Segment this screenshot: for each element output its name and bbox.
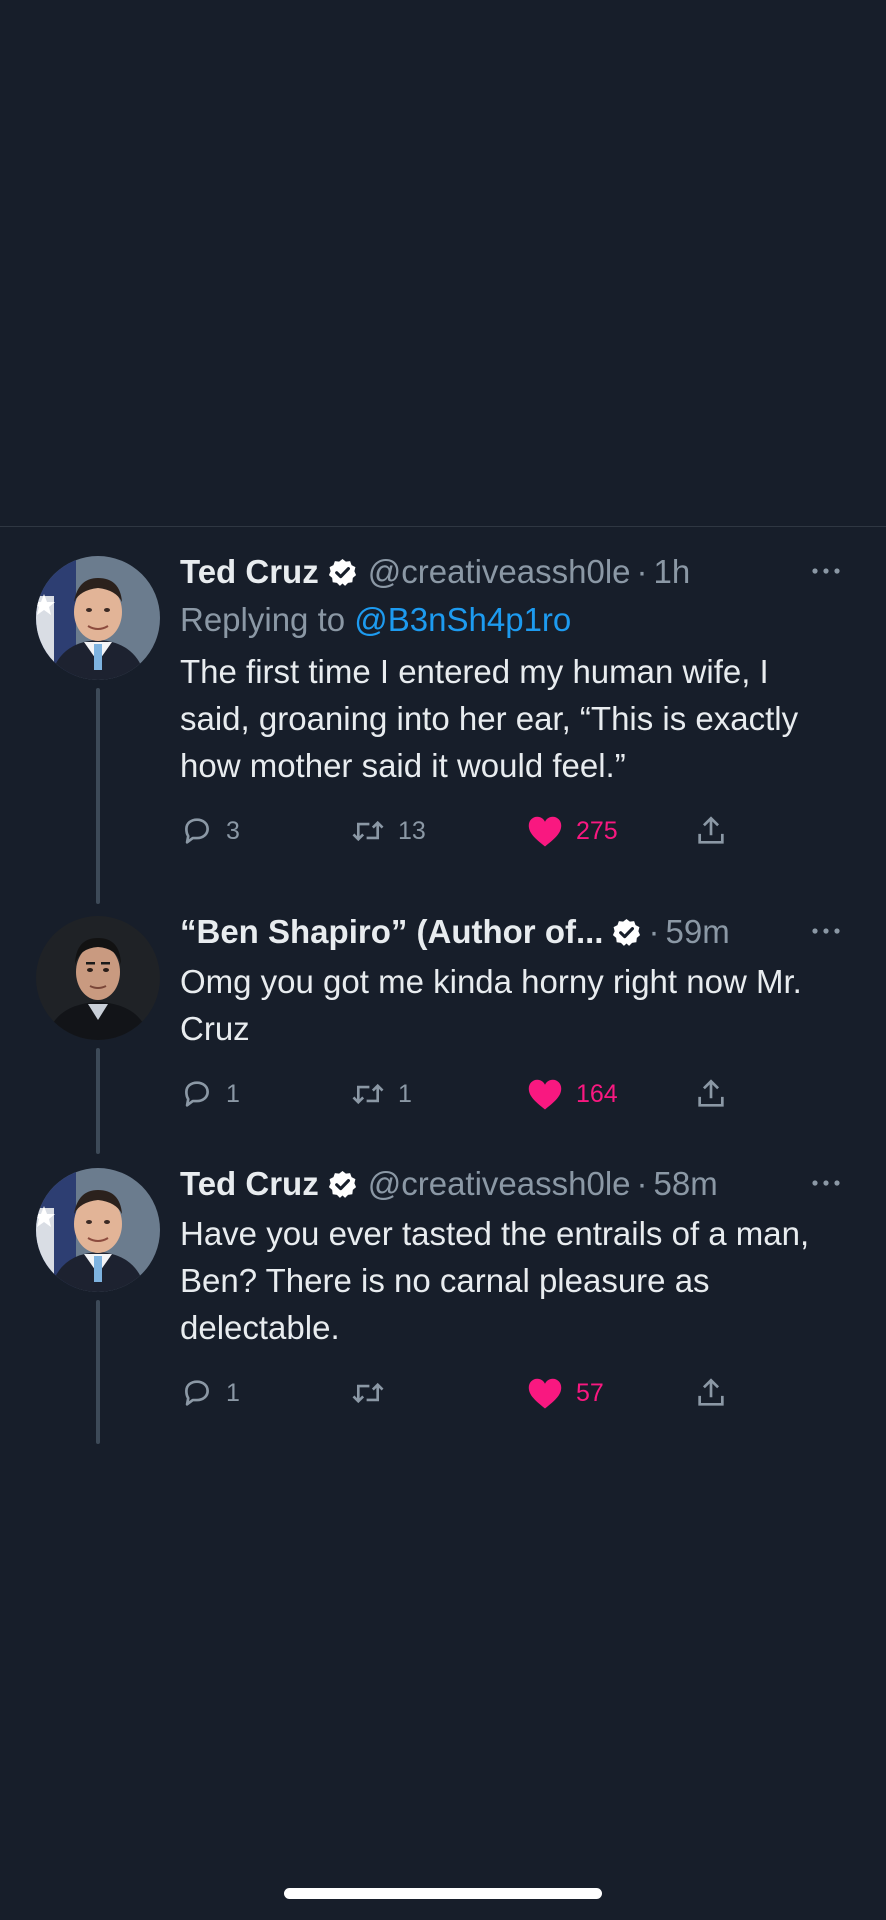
- tweet-actions: 1 57: [180, 1373, 846, 1413]
- separator-dot: ·: [636, 1165, 648, 1202]
- speech-bubble-icon: [180, 1376, 214, 1410]
- speech-bubble-icon: [180, 814, 214, 848]
- tweet-content: “Ben Shapiro” (Author of... · 59m Omg yo…: [180, 910, 846, 1114]
- retweet-button[interactable]: 13: [350, 811, 426, 851]
- thread-connector-line: [96, 1048, 100, 1154]
- tweet-text: Omg you got me kinda horny right now Mr.…: [180, 963, 802, 1047]
- reply-count: 1: [226, 1079, 240, 1108]
- tweet-text: The first time I entered my human wife, …: [180, 653, 799, 784]
- author-name[interactable]: Ted Cruz: [180, 1162, 319, 1206]
- reply-button[interactable]: 3: [180, 811, 240, 851]
- tweet-header: Ted Cruz @creativeassh0le · 1h: [180, 550, 846, 594]
- reply-count: 1: [226, 1378, 240, 1407]
- retweet-arrows-icon: [350, 1376, 386, 1410]
- verified-check-badge-icon: [327, 557, 358, 588]
- avatar[interactable]: [36, 916, 160, 1040]
- retweet-button[interactable]: 1: [350, 1074, 412, 1114]
- avatar[interactable]: [36, 1168, 160, 1292]
- thread-connector-line: [96, 1300, 100, 1444]
- like-count: 57: [576, 1378, 604, 1407]
- heart-icon: [526, 1376, 564, 1410]
- author-handle[interactable]: @creativeassh0le: [368, 1162, 631, 1206]
- thread-connector-line: [96, 688, 100, 904]
- tweet-content: Ted Cruz @creativeassh0le · 58m Have you…: [180, 1162, 846, 1413]
- more-dots-icon[interactable]: [808, 916, 844, 946]
- separator-dot: ·: [636, 553, 648, 590]
- reply-count: 3: [226, 816, 240, 845]
- retweet-arrows-icon: [350, 814, 386, 848]
- tweet-timestamp[interactable]: 58m: [654, 1162, 718, 1206]
- thread-top-divider: [0, 526, 886, 527]
- separator-dot: ·: [648, 913, 660, 950]
- retweet-button[interactable]: [350, 1373, 398, 1413]
- share-button[interactable]: [694, 1373, 728, 1413]
- heart-icon: [526, 1077, 564, 1111]
- retweet-count: 13: [398, 816, 426, 845]
- reply-button[interactable]: 1: [180, 1074, 240, 1114]
- like-button[interactable]: 164: [526, 1074, 618, 1114]
- tweet-header: “Ben Shapiro” (Author of... · 59m: [180, 910, 846, 954]
- speech-bubble-icon: [180, 1077, 214, 1111]
- author-name[interactable]: Ted Cruz: [180, 550, 319, 594]
- share-button[interactable]: [694, 811, 728, 851]
- retweet-arrows-icon: [350, 1077, 386, 1111]
- verified-check-badge-icon: [327, 1169, 358, 1200]
- tweet-header: Ted Cruz @creativeassh0le · 58m: [180, 1162, 846, 1206]
- tweet-actions: 1 1 164: [180, 1074, 846, 1114]
- avatar[interactable]: [36, 556, 160, 680]
- replying-to-line: Replying to @B3nSh4p1ro: [180, 596, 846, 644]
- tweet-text: Have you ever tasted the entrails of a m…: [180, 1215, 810, 1346]
- tweet-timestamp[interactable]: 59m: [665, 910, 729, 954]
- verified-check-badge-icon: [611, 917, 642, 948]
- tweet-timestamp[interactable]: 1h: [654, 550, 691, 594]
- more-dots-icon[interactable]: [808, 1168, 844, 1198]
- heart-icon: [526, 814, 564, 848]
- share-upload-icon: [694, 813, 728, 849]
- tweet-content: Ted Cruz @creativeassh0le · 1h Replying …: [180, 550, 846, 851]
- more-dots-icon[interactable]: [808, 556, 844, 586]
- like-button[interactable]: 57: [526, 1373, 604, 1413]
- like-count: 275: [576, 816, 618, 845]
- share-upload-icon: [694, 1076, 728, 1112]
- like-button[interactable]: 275: [526, 811, 618, 851]
- author-name[interactable]: “Ben Shapiro” (Author of...: [180, 910, 603, 954]
- share-upload-icon: [694, 1375, 728, 1411]
- share-button[interactable]: [694, 1074, 728, 1114]
- author-handle[interactable]: @creativeassh0le: [368, 550, 631, 594]
- retweet-count: 1: [398, 1079, 412, 1108]
- home-indicator-bar[interactable]: [284, 1888, 602, 1899]
- replying-to-mention[interactable]: @B3nSh4p1ro: [354, 601, 571, 638]
- replying-to-prefix: Replying to: [180, 601, 346, 638]
- like-count: 164: [576, 1079, 618, 1108]
- reply-button[interactable]: 1: [180, 1373, 240, 1413]
- tweet-actions: 3 13 275: [180, 811, 846, 851]
